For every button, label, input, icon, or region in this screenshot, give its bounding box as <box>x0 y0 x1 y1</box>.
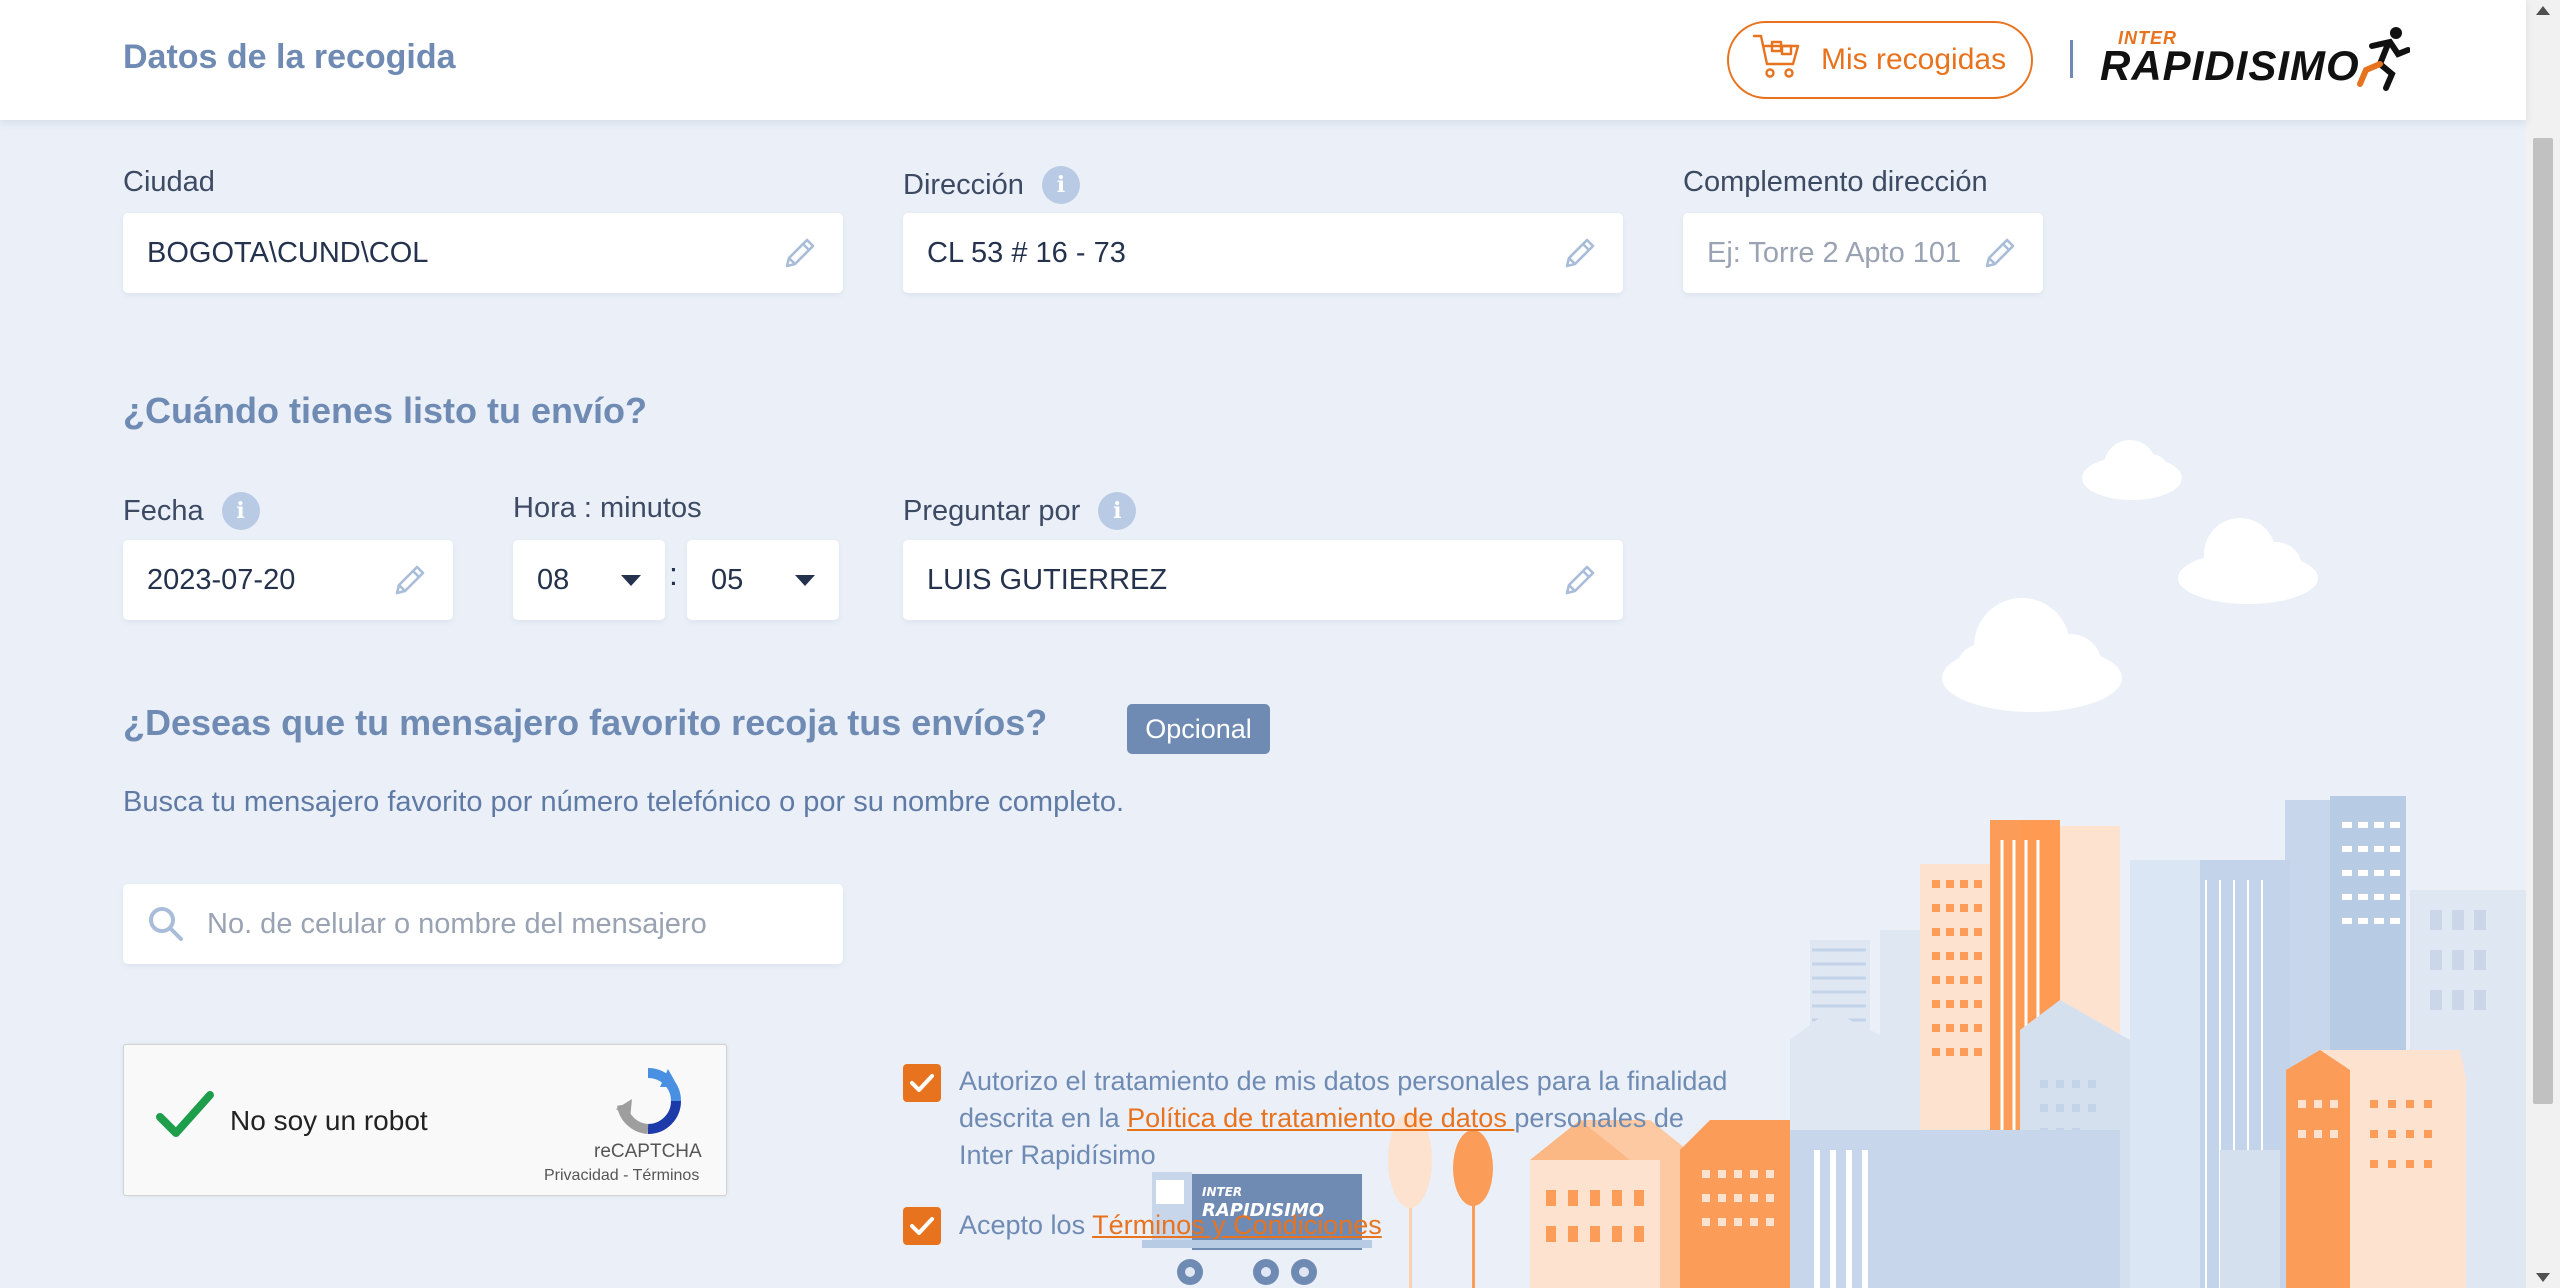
complemento-field[interactable]: Ej: Torre 2 Apto 101 <box>1683 213 2043 293</box>
checkmark-icon <box>910 1217 934 1235</box>
scroll-thumb[interactable] <box>2533 138 2553 1104</box>
chevron-down-icon <box>795 574 815 586</box>
recaptcha-brand: reCAPTCHA <box>594 1141 702 1162</box>
top-header: Datos de la recogida Mis recogidas INTER… <box>0 0 2526 120</box>
pencil-icon[interactable] <box>391 561 429 599</box>
data-consent-line2: descrita en la <box>959 1103 1128 1133</box>
checkmark-icon[interactable] <box>154 1087 216 1143</box>
info-icon[interactable]: i <box>221 492 260 530</box>
chevron-down-icon <box>621 574 641 586</box>
scroll-down-arrow[interactable] <box>2536 1273 2550 1282</box>
recaptcha-terms-link[interactable]: Términos <box>633 1167 700 1184</box>
mis-recogidas-label: Mis recogidas <box>1821 43 2007 76</box>
terms-text: Acepto los <box>959 1210 1093 1240</box>
cart-icon <box>1751 30 1803 90</box>
search-placeholder: No. de celular o nombre del mensajero <box>207 907 707 940</box>
page-scrollbar[interactable] <box>2526 0 2560 1288</box>
direccion-field[interactable]: CL 53 # 16 - 73 <box>903 213 1623 293</box>
schedule-section-title: ¿Cuándo tienes listo tu envío? <box>123 390 648 431</box>
hora-select[interactable]: 08 <box>513 540 665 620</box>
logo-main-text: RAPIDISIMO <box>2100 42 2360 89</box>
checkmark-icon <box>910 1074 934 1092</box>
pencil-icon[interactable] <box>1981 234 2019 272</box>
data-consent-line1: Autorizo el tratamiento de mis datos per… <box>959 1066 1728 1096</box>
search-icon <box>149 907 183 941</box>
pencil-icon[interactable] <box>1561 234 1599 272</box>
data-consent-line2-end: personales de <box>1514 1103 1684 1133</box>
messenger-description: Busca tu mensajero favorito por número t… <box>123 786 1125 818</box>
messenger-section-title: ¿Deseas que tu mensajero favorito recoja… <box>123 702 1048 743</box>
direccion-value: CL 53 # 16 - 73 <box>927 236 1126 269</box>
recaptcha-links: Privacidad - Términos <box>544 1167 699 1185</box>
pencil-icon[interactable] <box>781 234 819 272</box>
fecha-label-text: Fecha <box>123 494 204 527</box>
recaptcha-privacy-link[interactable]: Privacidad <box>544 1167 619 1184</box>
info-icon[interactable]: i <box>1041 166 1080 204</box>
ciudad-label-text: Ciudad <box>123 166 215 198</box>
scroll-up-arrow[interactable] <box>2536 6 2550 15</box>
fecha-label: Fecha i <box>123 492 260 530</box>
terms-checkbox[interactable] <box>903 1207 941 1245</box>
complemento-label: Complemento dirección <box>1683 166 1988 199</box>
preguntar-label-text: Preguntar por <box>903 494 1081 527</box>
recaptcha-label: No soy un robot <box>230 1105 428 1136</box>
recaptcha-separator: - <box>618 1167 633 1184</box>
data-consent-checkbox[interactable] <box>903 1064 941 1102</box>
direccion-label-text: Dirección <box>903 168 1024 201</box>
messenger-search-input[interactable]: No. de celular o nombre del mensajero <box>123 884 843 964</box>
recaptcha-widget: No soy un robot reCAPTCHA Privacidad - T… <box>123 1044 727 1196</box>
mis-recogidas-button[interactable]: Mis recogidas <box>1727 21 2033 99</box>
recaptcha-icon <box>616 1068 681 1134</box>
hora-label-text: Hora : minutos <box>513 492 702 524</box>
ciudad-field[interactable]: BOGOTA\CUND\COL <box>123 213 843 293</box>
terms-consent-text: Acepto los Términos y Condiciones <box>959 1207 1382 1244</box>
data-policy-link[interactable]: Política de tratamiento de datos <box>1127 1103 1514 1133</box>
minutos-select[interactable]: 05 <box>687 540 839 620</box>
terms-link[interactable]: Términos y Condiciones <box>1092 1210 1382 1240</box>
minutos-value: 05 <box>711 563 744 596</box>
inter-rapidisimo-logo[interactable]: INTER RAPIDISIMO <box>2100 22 2410 98</box>
fecha-value: 2023-07-20 <box>147 563 296 596</box>
data-consent-line3: Inter Rapidísimo <box>959 1140 1156 1170</box>
runner-icon <box>2357 27 2410 91</box>
direccion-label: Dirección i <box>903 166 1080 204</box>
fecha-field[interactable]: 2023-07-20 <box>123 540 453 620</box>
page-title: Datos de la recogida <box>123 38 456 76</box>
svg-text:INTER: INTER <box>1202 1185 1242 1199</box>
header-divider <box>2070 40 2073 78</box>
ciudad-label: Ciudad <box>123 166 215 199</box>
complemento-label-text: Complemento dirección <box>1683 166 1988 198</box>
complemento-placeholder: Ej: Torre 2 Apto 101 <box>1707 236 1962 269</box>
hora-value: 08 <box>537 563 570 596</box>
hora-label: Hora : minutos <box>513 492 702 525</box>
data-consent-text: Autorizo el tratamiento de mis datos per… <box>959 1063 1839 1174</box>
time-separator: : <box>669 556 678 592</box>
ciudad-value: BOGOTA\CUND\COL <box>147 236 429 269</box>
